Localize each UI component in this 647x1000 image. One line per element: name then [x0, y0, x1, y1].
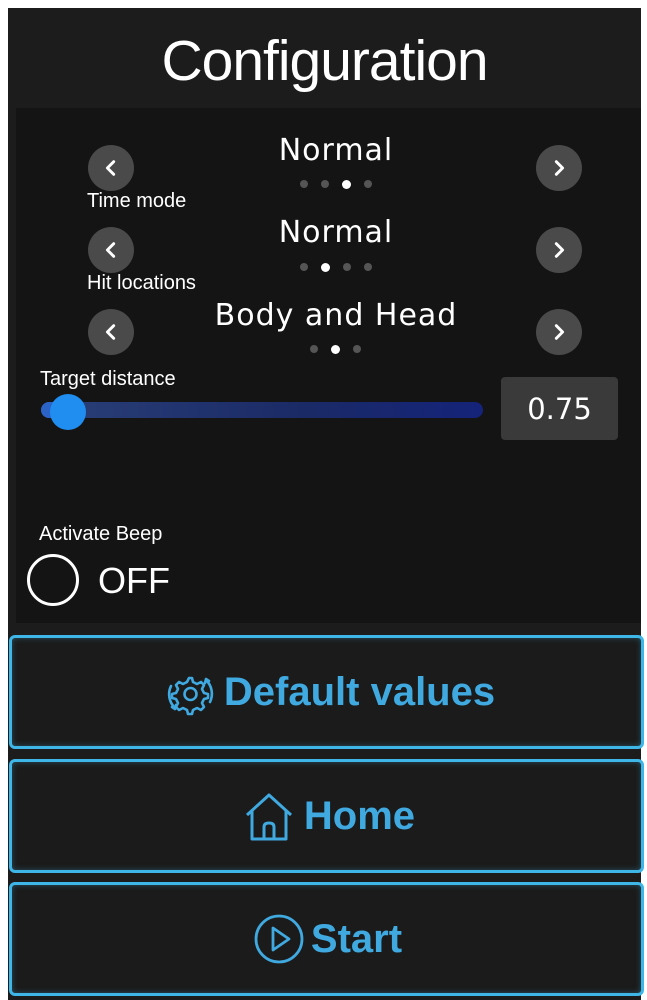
start-label: Start [310, 916, 403, 961]
start-button[interactable]: Start [9, 882, 644, 996]
target-distance-label: Target distance [40, 368, 176, 390]
chevron-left-icon [105, 324, 116, 340]
page-dot [310, 345, 318, 353]
default-values-button[interactable]: Default values [9, 635, 644, 749]
chevron-left-icon [105, 160, 116, 176]
gear-reset-icon [158, 661, 220, 723]
chevron-left-icon [105, 242, 116, 258]
time-mode-label: Time mode [87, 190, 187, 212]
page-dot [364, 180, 372, 188]
config-screen: Configuration Normal Time mode Normal Hi… [8, 8, 644, 1000]
body-head-prev-button[interactable] [88, 309, 134, 355]
body-head-next-button[interactable] [536, 309, 582, 355]
page-dot [343, 263, 351, 271]
hit-locations-value: Normal [278, 215, 394, 250]
home-icon [238, 785, 300, 847]
home-button[interactable]: Home [9, 759, 644, 873]
slider-thumb[interactable] [49, 394, 86, 430]
settings-panel: Normal Time mode Normal Hit locations Bo… [16, 108, 641, 623]
body-head-dots [310, 345, 361, 354]
default-values-label: Default values [223, 669, 496, 714]
home-label: Home [303, 793, 416, 838]
hit-locations-prev-button[interactable] [88, 227, 134, 273]
hit-locations-next-button[interactable] [536, 227, 582, 273]
time-mode-prev-button[interactable] [88, 145, 134, 191]
page-dot-active [342, 180, 351, 189]
page-title: Configuration [161, 29, 488, 93]
page-dot [300, 263, 308, 271]
beep-toggle[interactable] [27, 554, 79, 606]
page-dot-active [331, 345, 340, 354]
activate-beep-label: Activate Beep [39, 523, 163, 545]
chevron-right-icon [554, 324, 565, 340]
chevron-right-icon [554, 242, 565, 258]
time-mode-value: Normal [278, 133, 394, 168]
target-distance-value[interactable]: 0.75 [501, 377, 618, 440]
target-distance-slider[interactable] [41, 402, 483, 418]
chevron-right-icon [554, 160, 565, 176]
hit-locations-dots [300, 263, 372, 272]
page-dot [353, 345, 361, 353]
page-dot [300, 180, 308, 188]
page-dot [321, 180, 329, 188]
page-dot-active [321, 263, 330, 272]
body-head-value: Body and Head [214, 298, 458, 333]
play-circle-icon [251, 911, 307, 967]
page-dot [364, 263, 372, 271]
hit-locations-label: Hit locations [87, 272, 196, 294]
time-mode-next-button[interactable] [536, 145, 582, 191]
time-mode-dots [300, 180, 372, 189]
beep-state: OFF [98, 560, 170, 601]
